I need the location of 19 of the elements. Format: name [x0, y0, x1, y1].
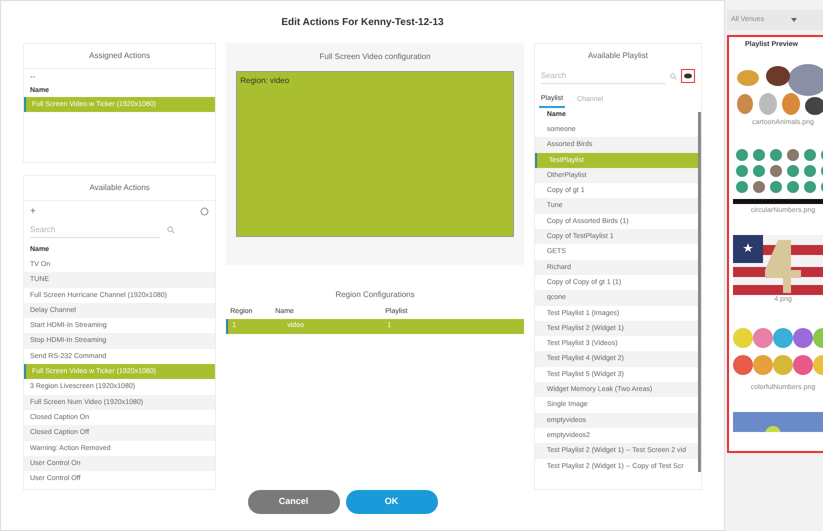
scrollbar[interactable] — [698, 112, 701, 472]
panel-header: Available Playlist — [586, 50, 649, 62]
region-area[interactable]: Region: video — [236, 71, 514, 237]
refresh-icon[interactable] — [200, 206, 210, 216]
add-button[interactable]: + — [30, 204, 36, 218]
filter-text: -- — [29, 71, 36, 83]
cancel-button[interactable]: Cancel — [248, 490, 340, 514]
search-icon — [167, 226, 175, 234]
panel-header: Assigned Actions — [24, 44, 216, 69]
search-icon — [670, 72, 677, 80]
panel-header: Full Screen Video configuration — [318, 51, 432, 63]
panel-header: Available Actions — [24, 176, 216, 201]
eye-icon[interactable] — [681, 69, 695, 83]
ok-button[interactable]: OK — [346, 490, 438, 514]
panel-header: Region Configurations — [334, 289, 416, 301]
caret-icon — [790, 18, 797, 22]
search-field[interactable]: Search — [30, 222, 160, 238]
search-field[interactable]: Search — [540, 68, 666, 84]
dialog-title: Edit Actions For Kenny-Test-12-13 — [280, 16, 445, 30]
